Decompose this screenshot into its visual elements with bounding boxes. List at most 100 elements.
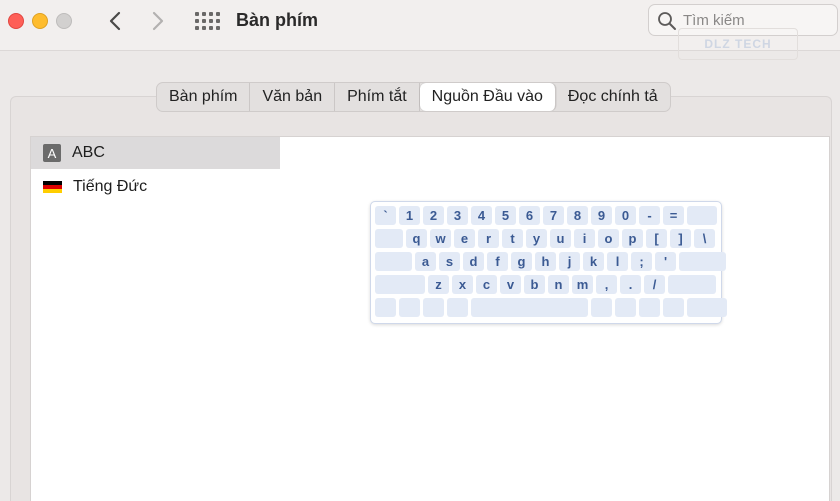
keyboard-key: ; [631, 252, 652, 271]
search-input[interactable] [683, 10, 833, 30]
keyboard-key-blank [663, 298, 684, 317]
keyboard-row-qwerty: q w e r t y u i o p[] \ [375, 229, 715, 248]
grid-icon [194, 12, 199, 16]
keyboard-key: 1 [399, 206, 420, 225]
keyboard-key: ' [655, 252, 676, 271]
zoom-window-button[interactable] [56, 13, 72, 29]
grid-dot [215, 19, 220, 23]
keyboard-key: 7 [543, 206, 564, 225]
keyboard-key: q [406, 229, 427, 248]
keyboard-key: 6 [519, 206, 540, 225]
grid-dot [215, 12, 220, 16]
grid-dot [215, 26, 220, 30]
keyboard-key: 8 [567, 206, 588, 225]
keyboard-key-blank [375, 229, 403, 248]
keyboard-key-blank [591, 298, 612, 317]
keyboard-key-blank [375, 275, 425, 294]
tab-input-sources[interactable]: Nguồn Đầu vào [419, 83, 556, 111]
keyboard-key: ] [670, 229, 691, 248]
keyboard-row-bottom: z x c v b n m,. / [375, 275, 716, 294]
watermark-logo: DLZ TECH [678, 28, 798, 60]
grid-dot [208, 12, 213, 16]
keyboard-key: \ [694, 229, 715, 248]
keyboard-key: w [430, 229, 451, 248]
keyboard-key: 4 [471, 206, 492, 225]
keyboard-key: - [639, 206, 660, 225]
keyboard-key: , [596, 275, 617, 294]
keyboard-key-blank [687, 206, 717, 225]
keyboard-key: g [511, 252, 532, 271]
keyboard-key: = [663, 206, 684, 225]
input-source-label: ABC [72, 144, 105, 161]
back-button[interactable] [103, 8, 127, 34]
keyboard-key-blank [668, 275, 716, 294]
grid-dot [201, 19, 206, 23]
keyboard-key: . [620, 275, 641, 294]
search-icon [658, 12, 676, 30]
keyboard-key: x [452, 275, 473, 294]
keyboard-row-space [375, 298, 727, 317]
grid-dot [201, 26, 206, 30]
keyboard-key: s [439, 252, 460, 271]
keyboard-key-blank [375, 252, 412, 271]
close-window-button[interactable] [8, 13, 24, 29]
grid-dot [208, 19, 213, 23]
keyboard-key: e [454, 229, 475, 248]
input-source-list: A ABC Tiếng Đức [30, 136, 281, 501]
keyboard-key: i [574, 229, 595, 248]
keyboard-key: r [478, 229, 499, 248]
keyboard-key: v [500, 275, 521, 294]
keyboard-key-blank [447, 298, 468, 317]
keyboard-key: o [598, 229, 619, 248]
window-title: Bàn phím [236, 10, 319, 30]
keyboard-row-home: a s d f g h j k l; ' [375, 252, 726, 271]
tab-keyboard[interactable]: Bàn phím [157, 83, 251, 111]
grid-dot [194, 26, 199, 30]
grid-dot [208, 26, 213, 30]
keyboard-key-blank [423, 298, 444, 317]
keyboard-key: b [524, 275, 545, 294]
input-source-german[interactable]: Tiếng Đức [31, 171, 280, 203]
show-all-button[interactable] [194, 10, 220, 32]
minimize-window-button[interactable] [32, 13, 48, 29]
keyboard-row-numbers: ` 1 2 3 4 5 6 7 8 9 0- = [375, 206, 717, 225]
abc-icon: A [43, 144, 61, 162]
keyboard-key: d [463, 252, 484, 271]
chevron-left-icon [109, 11, 121, 31]
grid-dot [194, 19, 199, 23]
forward-button[interactable] [146, 8, 170, 34]
keyboard-key: n [548, 275, 569, 294]
tab-text[interactable]: Văn bản [250, 83, 336, 111]
input-source-label: Tiếng Đức [73, 178, 148, 195]
tab-bar: Bàn phím Văn bản Phím tắt Nguồn Đầu vào … [156, 82, 671, 112]
keyboard-key: l [607, 252, 628, 271]
keyboard-key: / [644, 275, 665, 294]
keyboard-key-blank [679, 252, 726, 271]
keyboard-key-blank [687, 298, 727, 317]
keyboard-key: 3 [447, 206, 468, 225]
grid-dot [201, 12, 206, 16]
keyboard-key: c [476, 275, 497, 294]
keyboard-key: ` [375, 206, 396, 225]
keyboard-key: j [559, 252, 580, 271]
keyboard-key: a [415, 252, 436, 271]
keyboard-layout-preview: ` 1 2 3 4 5 6 7 8 9 0- = q w e r t y u i o p[] \ a s d f g h j k l; ' … [370, 201, 727, 324]
keyboard-key: 0 [615, 206, 636, 225]
keyboard-key: 5 [495, 206, 516, 225]
tab-dictation[interactable]: Đọc chính tả [556, 83, 670, 111]
keyboard-key-blank [375, 298, 396, 317]
keyboard-key: z [428, 275, 449, 294]
tab-shortcuts[interactable]: Phím tắt [335, 83, 420, 111]
input-source-abc[interactable]: A ABC [31, 137, 280, 169]
keyboard-key: 2 [423, 206, 444, 225]
keyboard-key-blank [399, 298, 420, 317]
keyboard-key: k [583, 252, 604, 271]
keyboard-key: 9 [591, 206, 612, 225]
keyboard-key-blank [639, 298, 660, 317]
keyboard-key: h [535, 252, 556, 271]
keyboard-key: t [502, 229, 523, 248]
chevron-right-icon [152, 11, 164, 31]
keyboard-key: m [572, 275, 593, 294]
keyboard-key: f [487, 252, 508, 271]
keyboard-key: [ [646, 229, 667, 248]
